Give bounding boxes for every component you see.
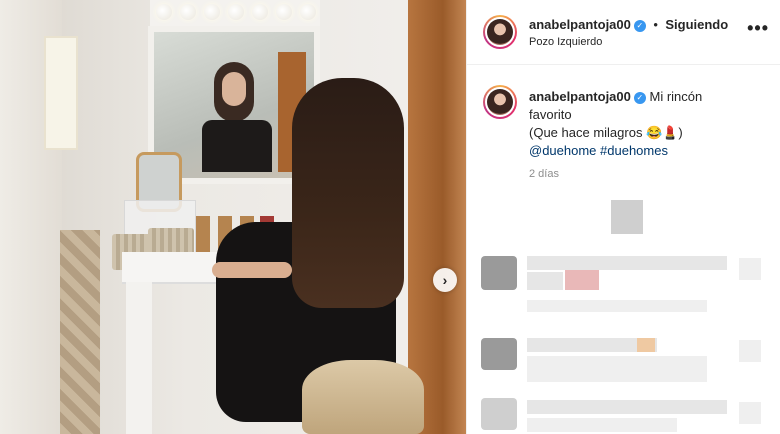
- chevron-right-icon: ›: [442, 272, 448, 288]
- mirror-reflection-face: [222, 72, 246, 106]
- blurred-avatar: [481, 338, 517, 370]
- light-bulb: [204, 4, 220, 20]
- blurred-text: [637, 338, 655, 352]
- blurred-text: [527, 356, 707, 382]
- photo-window: [44, 36, 78, 150]
- blurred-like: [739, 402, 761, 424]
- caption-text-line1: Mi rincón: [649, 89, 703, 104]
- light-bulb: [228, 4, 244, 20]
- wooden-stool: [302, 360, 424, 434]
- brush-cup: [196, 216, 210, 254]
- blurred-text: [527, 300, 707, 312]
- blurred-text: [527, 272, 563, 290]
- blurred-like: [739, 258, 761, 280]
- avatar-image: [487, 19, 513, 45]
- light-bulb: [300, 4, 316, 20]
- caption-mention[interactable]: @duehome: [529, 143, 596, 158]
- post-photo[interactable]: ›: [0, 0, 466, 434]
- post-sidebar: anabelpantoja00 ✓ • Siguiendo Pozo Izquie…: [466, 0, 780, 434]
- blurred-text: [565, 270, 599, 290]
- blurred-text: [527, 418, 677, 432]
- caption-username[interactable]: anabelpantoja00: [529, 89, 631, 104]
- caption-timestamp: 2 días: [529, 168, 559, 180]
- light-bulb: [156, 4, 172, 20]
- next-photo-button[interactable]: ›: [433, 268, 457, 292]
- avatar-image: [487, 89, 513, 115]
- light-bulb: [252, 4, 268, 20]
- photo-door: [408, 0, 466, 434]
- more-options-icon[interactable]: •••: [747, 18, 769, 39]
- light-bulb: [180, 4, 196, 20]
- post-caption: anabelpantoja00 ✓ Mi rincón favorito (Que…: [529, 88, 759, 160]
- caption-text-line2: favorito: [529, 107, 572, 122]
- header-separator: •: [653, 17, 658, 32]
- woman-arm: [212, 262, 292, 278]
- post-header: anabelpantoja00 ✓ • Siguiendo Pozo Izquie…: [467, 0, 780, 65]
- post-location[interactable]: Pozo Izquierdo: [529, 36, 602, 48]
- blurred-text: [527, 256, 727, 270]
- blurred-text: [527, 400, 727, 414]
- vanity-lights: [150, 0, 320, 28]
- header-title-row: anabelpantoja00 ✓ • Siguiendo: [529, 16, 728, 34]
- caption-avatar[interactable]: [483, 85, 517, 119]
- verified-badge-icon: ✓: [633, 20, 646, 32]
- header-username[interactable]: anabelpantoja00: [529, 17, 631, 32]
- blurred-avatar: [481, 256, 517, 290]
- following-button[interactable]: Siguiendo: [665, 17, 728, 32]
- caption-hashtag[interactable]: #duehomes: [600, 143, 668, 158]
- blurred-block: [611, 200, 643, 234]
- light-bulb: [276, 4, 292, 20]
- blurred-like: [739, 340, 761, 362]
- vanity-leg: [126, 282, 152, 434]
- woman-hair: [292, 78, 404, 308]
- verified-badge-icon: ✓: [633, 92, 646, 104]
- mirror-reflection-body: [202, 120, 272, 172]
- avatar[interactable]: [483, 15, 517, 49]
- blurred-avatar: [481, 398, 517, 430]
- photo-floor: [60, 230, 100, 434]
- caption-text-line3: (Que hace milagros 😂💄): [529, 125, 683, 140]
